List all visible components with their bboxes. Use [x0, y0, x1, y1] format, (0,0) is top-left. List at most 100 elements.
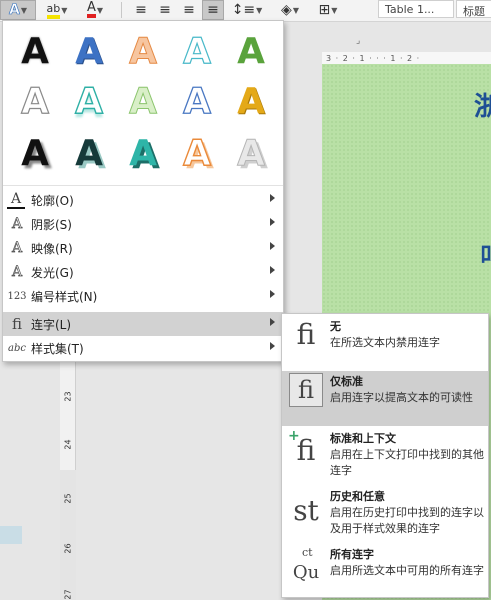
ligature-icon: fi — [11, 315, 22, 333]
ligature-option-historical[interactable]: st 历史和任意 启用在历史打印中找到的连字以及用于样式效果的连字 — [282, 486, 488, 542]
paint-bucket-icon: ◈ — [281, 2, 292, 18]
highlight-button[interactable]: ab ▼ — [40, 0, 74, 20]
line-spacing-icon: ↕≡ — [231, 2, 256, 18]
effect-black-solid[interactable]: A — [10, 27, 60, 77]
align-right-button[interactable]: ≡ — [178, 0, 200, 20]
style-gallery-item[interactable]: Table 1... — [378, 0, 454, 18]
option-description: 启用在历史打印中找到的连字以及用于样式效果的连字 — [330, 506, 484, 535]
ruler-number: 26 — [63, 543, 73, 554]
menu-divider — [3, 185, 283, 186]
menu-item-label: 编号样式(N) — [31, 289, 98, 304]
chevron-down-icon: ▼ — [61, 5, 68, 15]
effect-light-blue-outline[interactable]: A — [172, 27, 222, 77]
justify-button[interactable]: ≡ — [202, 0, 224, 20]
effect-blue-outline[interactable]: A — [172, 77, 222, 127]
text-effects-gallery: A A A A A A A A A A A A A A A — [3, 21, 283, 185]
menu-item-label: 阴影(S) — [31, 217, 72, 232]
option-description: 在所选文本内禁用连字 — [330, 336, 440, 349]
borders-icon: ⊞ — [318, 2, 331, 18]
ligature-contextual-icon: + fi — [282, 428, 330, 484]
effect-dark-teal-shadow[interactable]: A — [64, 129, 114, 179]
ligatures-submenu: fi 无 在所选文本内禁用连字 fi 仅标准 启用连字以提高文本的可读性 + f… — [281, 313, 489, 598]
ligature-glyph: fi — [296, 318, 316, 351]
effect-orange-shadow[interactable]: A — [172, 129, 222, 179]
menu-item-glow[interactable]: A 发光(G) — [3, 260, 283, 284]
chevron-down-icon: ▼ — [331, 5, 338, 15]
option-description: 启用所选文本中可用的所有连字 — [330, 564, 484, 577]
vertical-ruler: 23 24 25 26 27 — [60, 360, 76, 600]
selection-highlight — [0, 526, 22, 544]
ligature-option-contextual[interactable]: + fi 标准和上下文 启用在上下文打印中找到的其他连字 — [282, 428, 488, 484]
effect-silver-shadow[interactable]: A — [226, 129, 276, 179]
menu-item-label: 样式集(T) — [31, 341, 84, 356]
style-label: Table 1... — [385, 3, 435, 16]
plus-icon: + — [288, 428, 300, 444]
effect-teal-shadow[interactable]: A — [118, 129, 168, 179]
glow-icon: A — [11, 264, 23, 281]
align-center-icon: ≡ — [159, 2, 171, 18]
ligature-option-standard[interactable]: fi 仅标准 启用连字以提高文本的可读性 — [282, 371, 488, 426]
ruler-margin — [60, 470, 76, 600]
font-color-icon: A — [86, 1, 96, 18]
stylistic-set-icon: abc — [8, 342, 26, 354]
effect-gray-outline[interactable]: A — [10, 77, 60, 127]
submenu-arrow-icon — [270, 266, 275, 274]
chevron-down-icon: ▼ — [292, 5, 299, 15]
menu-item-shadow[interactable]: A 阴影(S) — [3, 212, 283, 236]
ligature-standard-icon: fi — [282, 371, 330, 426]
ligature-option-all[interactable]: ct Qu 所有连字 启用所选文本中可用的所有连字 — [282, 544, 488, 598]
ruler-number: 24 — [63, 439, 73, 450]
align-center-button[interactable]: ≡ — [154, 0, 176, 20]
ruler-number: 25 — [63, 493, 73, 504]
style-gallery-item[interactable]: 标题 — [456, 0, 491, 18]
shadow-icon: A — [11, 216, 23, 233]
menu-item-label: 连字(L) — [31, 317, 72, 332]
text-effects-button[interactable]: A ▼ — [0, 0, 36, 20]
option-description: 启用连字以提高文本的可读性 — [330, 391, 473, 404]
shading-button[interactable]: ◈ ▼ — [276, 0, 304, 20]
effect-teal-reflection[interactable]: A — [64, 77, 114, 127]
effect-light-green-outline[interactable]: A — [118, 77, 168, 127]
text-effects-menu: A A A A A A A A A A A A A A A A 轮廓(O) A … — [2, 20, 284, 362]
ligature-glyph: st — [293, 494, 319, 527]
menu-item-reflection[interactable]: A 映像(R) — [3, 236, 283, 260]
document-heading: 浙 — [474, 92, 491, 122]
submenu-arrow-icon — [270, 242, 275, 250]
menu-item-outline[interactable]: A 轮廓(O) — [3, 188, 283, 212]
menu-item-label: 映像(R) — [31, 241, 73, 256]
option-title: 所有连字 — [330, 548, 374, 561]
effect-blue-gradient[interactable]: A — [64, 27, 114, 77]
menu-item-label: 发光(G) — [31, 265, 74, 280]
submenu-arrow-icon — [270, 342, 275, 350]
menu-item-label: 轮廓(O) — [31, 193, 74, 208]
effect-gold-bevel[interactable]: A — [226, 77, 276, 127]
effect-orange-outline[interactable]: A — [118, 27, 168, 77]
submenu-arrow-icon — [270, 218, 275, 226]
ligature-none-icon: fi — [282, 316, 330, 368]
menu-item-stylistic-sets[interactable]: abc 样式集(T) — [3, 336, 283, 360]
highlighter-icon: ab — [46, 2, 61, 19]
option-title: 无 — [330, 320, 341, 333]
effect-black-shadow[interactable]: A — [10, 129, 60, 179]
option-title: 标准和上下文 — [330, 432, 396, 445]
option-description: 启用在上下文打印中找到的其他连字 — [330, 448, 484, 477]
option-title: 仅标准 — [330, 375, 363, 388]
align-left-button[interactable]: ≡ — [130, 0, 152, 20]
effect-green-solid[interactable]: A — [226, 27, 276, 77]
ribbon: A ▼ ab ▼ A ▼ ≡ ≡ ≡ ≡ ↕≡ ▼ ◈ ▼ ⊞ ▼ Table 1..… — [0, 0, 491, 22]
menu-item-number-style[interactable]: 123 编号样式(N) — [3, 284, 283, 308]
line-spacing-button[interactable]: ↕≡ ▼ — [231, 0, 263, 20]
ligature-option-none[interactable]: fi 无 在所选文本内禁用连字 — [282, 316, 488, 368]
ligature-glyph: fi — [297, 376, 314, 404]
borders-button[interactable]: ⊞ ▼ — [314, 0, 342, 20]
ct-mark-icon: ct — [302, 546, 313, 559]
chevron-down-icon: ▼ — [20, 5, 27, 15]
ligature-all-icon: ct Qu — [282, 544, 330, 598]
submenu-arrow-icon — [270, 290, 275, 298]
style-label: 标题 — [463, 5, 485, 18]
ruler-number: 27 — [63, 589, 73, 600]
font-color-button[interactable]: A ▼ — [80, 0, 110, 20]
menu-item-ligatures[interactable]: fi 连字(L) — [3, 312, 283, 336]
ligature-historical-icon: st — [282, 486, 330, 542]
dialog-launcher-icon[interactable]: ⌟ — [356, 36, 360, 46]
